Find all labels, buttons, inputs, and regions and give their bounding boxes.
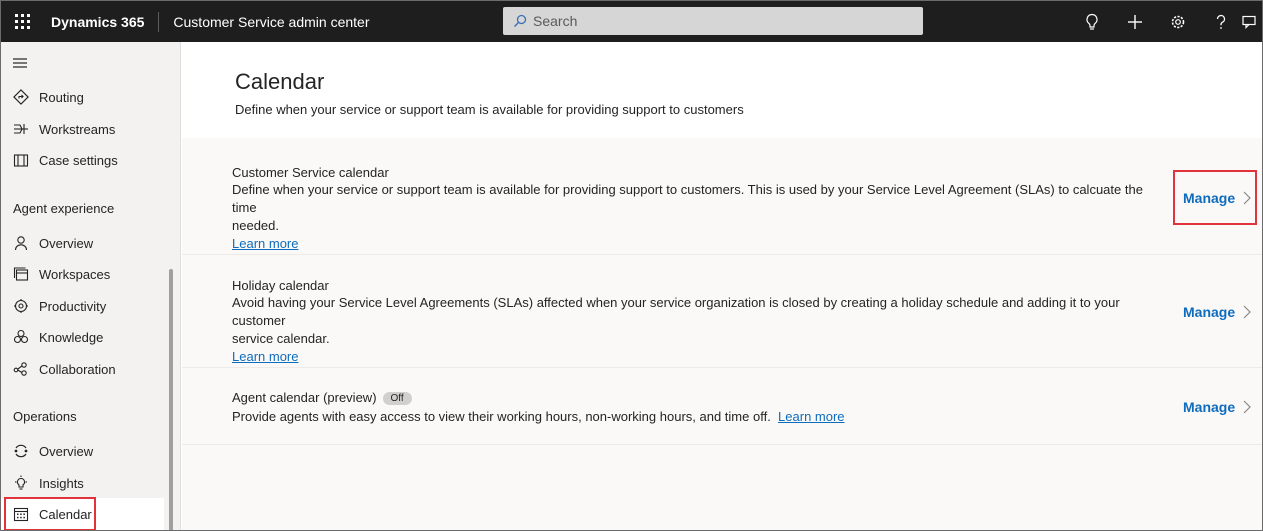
sidebar-item-collaboration[interactable]: Collaboration xyxy=(1,353,164,385)
status-badge: Off xyxy=(382,392,412,405)
highlight-box-manage xyxy=(1173,170,1257,225)
sidebar-item-label: Routing xyxy=(39,89,84,105)
card-description-line: Define when your service or support team… xyxy=(232,182,1143,215)
card-description-line: Avoid having your Service Level Agreemen… xyxy=(232,295,1120,328)
card-title: Agent calendar (preview) Off xyxy=(232,390,412,405)
sidebar-item-routing[interactable]: Routing xyxy=(1,81,164,113)
search-box[interactable]: Search xyxy=(503,7,923,35)
sidebar-item-label: Knowledge xyxy=(39,329,104,345)
card-description-line: needed. xyxy=(232,218,279,233)
add-icon[interactable] xyxy=(1113,1,1156,42)
knowledge-icon xyxy=(1,329,39,345)
person-icon xyxy=(1,235,39,251)
waffle-icon xyxy=(14,14,30,29)
sidebar-item-operations-overview[interactable]: Overview xyxy=(1,435,164,467)
card-description: Avoid having your Service Level Agreemen… xyxy=(232,294,1152,366)
app-launcher-button[interactable] xyxy=(1,1,43,42)
app-window: Dynamics 365 Customer Service admin cent… xyxy=(0,0,1263,531)
section-header-agent-experience: Agent experience xyxy=(13,201,115,216)
sidebar-item-workspaces[interactable]: Workspaces xyxy=(1,258,164,290)
sidebar-item-productivity[interactable]: Productivity xyxy=(1,290,164,322)
app-name[interactable]: Customer Service admin center xyxy=(159,14,369,30)
sidebar-item-case-settings[interactable]: Case settings xyxy=(1,144,164,176)
main-content: Calendar Define when your service or sup… xyxy=(182,42,1262,530)
card-title: Holiday calendar xyxy=(232,278,329,293)
help-icon[interactable] xyxy=(1199,1,1242,42)
menu-toggle-button[interactable] xyxy=(12,56,28,74)
brand-name[interactable]: Dynamics 365 xyxy=(43,11,160,32)
sidebar-scrollbar[interactable] xyxy=(169,269,173,530)
card-holiday-calendar: Holiday calendar Avoid having your Servi… xyxy=(182,255,1262,368)
page-title: Calendar xyxy=(235,69,325,94)
manage-button[interactable]: Manage xyxy=(1183,399,1251,415)
sidebar-item-label: Overview xyxy=(39,443,94,459)
manage-button[interactable]: Manage xyxy=(1183,304,1251,320)
sidebar-item-knowledge[interactable]: Knowledge xyxy=(1,321,164,353)
sidebar-item-insights[interactable]: Insights xyxy=(1,467,164,499)
productivity-icon xyxy=(1,298,39,314)
case-settings-icon xyxy=(1,152,39,168)
search-icon xyxy=(514,14,527,27)
gear-icon[interactable] xyxy=(1156,1,1199,42)
card-description: Provide agents with easy access to view … xyxy=(232,408,1152,426)
hamburger-icon xyxy=(13,58,27,68)
routing-icon xyxy=(1,89,39,105)
sidebar-item-label: Insights xyxy=(39,475,84,491)
calendar-cards: Customer Service calendar Define when yo… xyxy=(182,138,1262,530)
sidebar-item-agent-overview[interactable]: Overview xyxy=(1,227,164,259)
lightbulb-icon[interactable] xyxy=(1070,1,1113,42)
sidebar-item-label: Productivity xyxy=(39,298,107,314)
card-agent-calendar: Agent calendar (preview) Off Provide agen… xyxy=(182,368,1262,445)
learn-more-link[interactable]: Learn more xyxy=(232,236,298,251)
highlight-box-calendar xyxy=(4,497,96,530)
sidebar-item-label: Workspaces xyxy=(39,266,111,282)
card-description-line: service calendar. xyxy=(232,331,330,346)
collaboration-icon xyxy=(1,361,39,377)
card-customer-service-calendar: Customer Service calendar Define when yo… xyxy=(182,138,1262,255)
top-bar: Dynamics 365 Customer Service admin cent… xyxy=(1,1,1262,42)
top-icons xyxy=(1070,1,1262,42)
overview-icon xyxy=(1,443,39,459)
card-description-line: Provide agents with easy access to view … xyxy=(232,409,771,424)
lightbulb-icon xyxy=(1,475,39,491)
sidebar: Routing Workstreams Case settings Agent … xyxy=(1,42,181,530)
card-description: Define when your service or support team… xyxy=(232,181,1152,253)
manage-label: Manage xyxy=(1183,304,1236,320)
sidebar-item-label: Collaboration xyxy=(39,361,116,377)
manage-label: Manage xyxy=(1183,399,1236,415)
search-placeholder: Search xyxy=(533,13,578,29)
sidebar-item-label: Case settings xyxy=(39,152,118,168)
section-header-operations: Operations xyxy=(13,409,77,424)
learn-more-link[interactable]: Learn more xyxy=(778,409,844,424)
sidebar-item-label: Overview xyxy=(39,235,94,251)
chevron-right-icon xyxy=(1243,400,1251,414)
card-title-text: Agent calendar (preview) xyxy=(232,390,377,405)
page-subtitle: Define when your service or support team… xyxy=(235,102,744,117)
feedback-icon[interactable] xyxy=(1242,1,1262,42)
card-title: Customer Service calendar xyxy=(232,165,389,180)
sidebar-item-label: Workstreams xyxy=(39,121,116,137)
workspaces-icon xyxy=(1,266,39,282)
learn-more-link[interactable]: Learn more xyxy=(232,349,298,364)
sidebar-item-workstreams[interactable]: Workstreams xyxy=(1,113,164,145)
chevron-right-icon xyxy=(1243,305,1251,319)
workstreams-icon xyxy=(1,121,39,137)
